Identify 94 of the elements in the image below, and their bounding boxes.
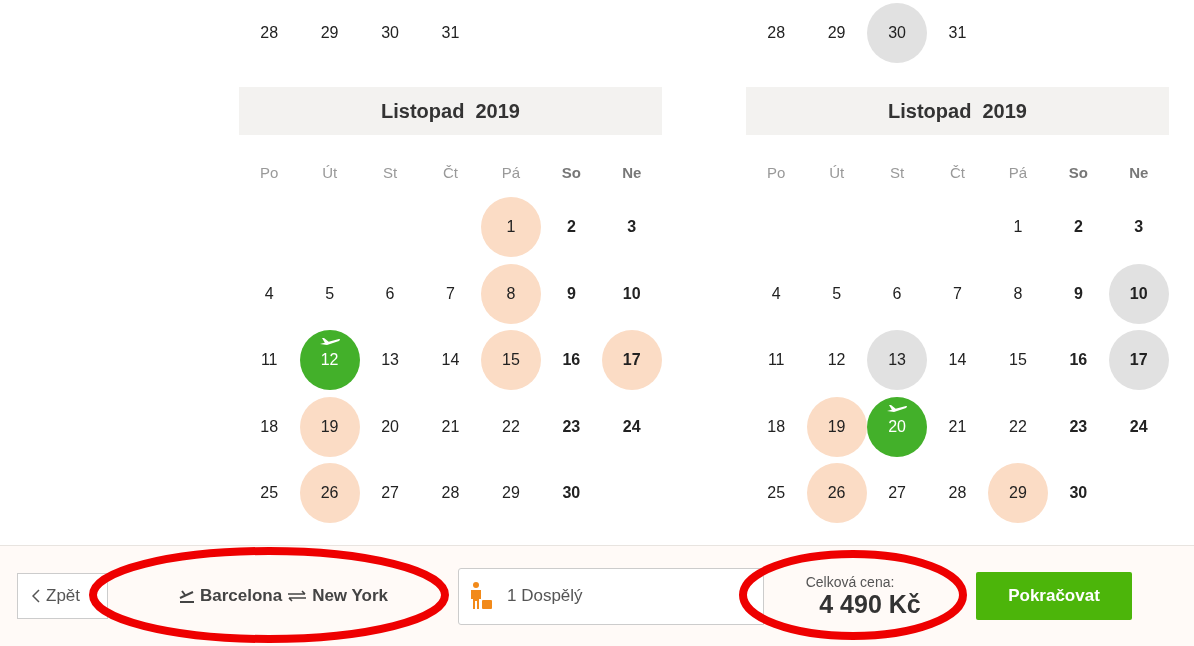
calendar-day[interactable]: 24 (1108, 396, 1169, 457)
calendar-day[interactable]: 7 (927, 263, 988, 324)
weekday-label: Čt (950, 163, 965, 181)
calendar-day[interactable]: 26 (806, 463, 867, 524)
calendar-day[interactable]: 6 (867, 263, 928, 324)
calendar-day[interactable]: 19 (299, 396, 360, 457)
calendar-day[interactable]: 29 (299, 3, 360, 63)
calendar-day[interactable]: 21 (420, 396, 481, 457)
traveller-luggage-icon (469, 582, 493, 610)
calendar-day[interactable]: 17 (601, 330, 662, 391)
calendar-day[interactable]: 8 (480, 263, 541, 324)
calendar-day[interactable]: 2 (541, 197, 602, 258)
weekday-label: Út (829, 163, 845, 181)
calendar-day[interactable]: 22 (480, 396, 541, 457)
total-price-label: Celková cena: (805, 573, 895, 590)
weekday-label: Po (767, 163, 786, 181)
plane-icon (177, 589, 196, 603)
calendar-day[interactable]: 11 (239, 330, 300, 391)
calendar-day[interactable]: 26 (299, 463, 360, 524)
calendar-day[interactable]: 31 (420, 3, 481, 63)
chevron-left-icon (32, 589, 40, 603)
calendar-day[interactable]: 28 (420, 463, 481, 524)
weekday-label: St (889, 163, 905, 181)
calendar-day[interactable]: 15 (480, 330, 541, 391)
route-destination: New York (312, 586, 389, 606)
calendar-day[interactable]: 27 (360, 463, 421, 524)
calendar-day[interactable]: 5 (806, 263, 867, 324)
month-title: Listopad 2019 (746, 87, 1169, 135)
calendar-day[interactable]: 16 (541, 330, 602, 391)
weekday-label: Ne (622, 163, 642, 181)
calendar-day[interactable]: 30 (360, 3, 421, 63)
weekday-label: St (382, 163, 398, 181)
calendar-day[interactable]: 10 (601, 263, 662, 324)
calendar-day[interactable]: 15 (987, 330, 1048, 391)
weekday-label: Po (260, 163, 279, 181)
calendar-day[interactable]: 9 (541, 263, 602, 324)
weekday-label: Pá (1008, 163, 1028, 181)
month-title: Listopad 2019 (239, 87, 662, 135)
calendar-day[interactable]: 13 (360, 330, 421, 391)
calendar-day[interactable]: 25 (746, 463, 807, 524)
calendar-day[interactable]: 20 (360, 396, 421, 457)
weekday-label: Út (322, 163, 338, 181)
calendar-day[interactable]: 3 (1108, 197, 1169, 258)
calendar-day[interactable]: 24 (601, 396, 662, 457)
calendar-day[interactable]: 12 (806, 330, 867, 391)
calendar-day[interactable]: 23 (1048, 396, 1109, 457)
plane-icon (886, 403, 909, 413)
calendar-day[interactable]: 28 (746, 3, 807, 63)
calendar-day[interactable]: 5 (299, 263, 360, 324)
calendar-day[interactable]: 22 (987, 396, 1048, 457)
weekday-label: So (561, 163, 581, 181)
calendar-day[interactable]: 18 (746, 396, 807, 457)
calendar-day[interactable]: 4 (239, 263, 300, 324)
calendar-day[interactable]: 30 (541, 463, 602, 524)
calendar-day[interactable]: 27 (867, 463, 928, 524)
total-price: 4 490 Kč (819, 589, 921, 619)
calendar-day[interactable]: 3 (601, 197, 662, 258)
calendar-day[interactable]: 30 (1048, 463, 1109, 524)
weekday-label: So (1068, 163, 1088, 181)
calendar-day[interactable]: 23 (541, 396, 602, 457)
calendar-day[interactable]: 21 (927, 396, 988, 457)
calendar-day[interactable]: 29 (480, 463, 541, 524)
route-origin: Barcelona (199, 586, 283, 606)
calendar-day[interactable]: 19 (806, 396, 867, 457)
calendar-day[interactable]: 16 (1048, 330, 1109, 391)
passenger-count: 1 Dospělý (507, 586, 583, 606)
calendar-day[interactable]: 14 (420, 330, 481, 391)
calendar-day[interactable]: 1 (480, 197, 541, 258)
weekday-label: Čt (443, 163, 458, 181)
calendar-day[interactable]: 14 (927, 330, 988, 391)
calendar-day[interactable]: 29 (806, 3, 867, 63)
calendar-day[interactable]: 7 (420, 263, 481, 324)
back-button[interactable]: Zpět (17, 573, 108, 619)
calendar-day[interactable]: 31 (927, 3, 988, 63)
calendar-day[interactable]: 13 (867, 330, 928, 391)
calendar-day[interactable]: 29 (987, 463, 1048, 524)
weekday-label: Pá (501, 163, 521, 181)
calendar-day[interactable]: 17 (1108, 330, 1169, 391)
calendar-day[interactable]: 25 (239, 463, 300, 524)
calendar-day[interactable]: 18 (239, 396, 300, 457)
calendar-day[interactable]: 11 (746, 330, 807, 391)
calendar-day[interactable]: 10 (1108, 263, 1169, 324)
calendar-day[interactable]: 28 (927, 463, 988, 524)
calendar-day[interactable]: 9 (1048, 263, 1109, 324)
swap-arrows-icon (286, 590, 309, 602)
weekday-label: Ne (1129, 163, 1149, 181)
calendar-day[interactable]: 28 (239, 3, 300, 63)
calendar-day[interactable]: 2 (1048, 197, 1109, 258)
passenger-field[interactable]: 1 Dospělý (458, 567, 764, 625)
calendar-day[interactable]: 30 (867, 3, 928, 63)
calendar-day[interactable]: 1 (987, 197, 1048, 258)
calendar-day[interactable]: 4 (746, 263, 807, 324)
calendar-day[interactable]: 6 (360, 263, 421, 324)
calendar-day[interactable]: 8 (987, 263, 1048, 324)
